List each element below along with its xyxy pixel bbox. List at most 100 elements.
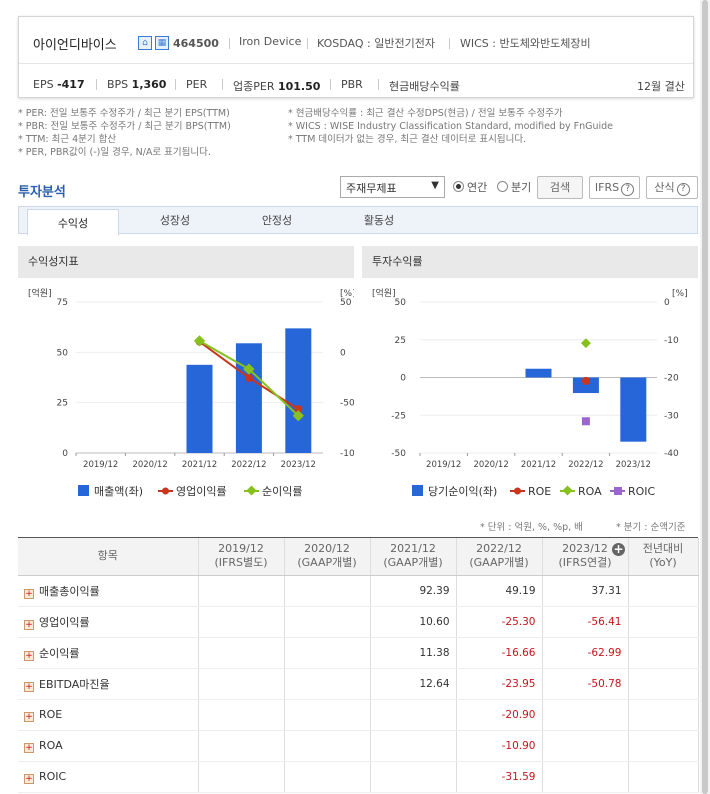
legend-marker bbox=[562, 485, 573, 496]
help-icon: ? bbox=[621, 183, 635, 196]
table-row: + EBITDA마진율 12.64 -23.95 -50.78 bbox=[18, 668, 699, 700]
table-cell: -62.99 bbox=[542, 637, 629, 669]
x-tick-label: 2021/12 bbox=[521, 460, 556, 470]
legend-marker bbox=[162, 487, 169, 495]
market-label: KOSDAQ : 일반전기전자 bbox=[317, 37, 435, 50]
x-tick-label: 2019/12 bbox=[83, 460, 118, 470]
table-cell: -50.78 bbox=[542, 668, 629, 700]
table-cell bbox=[628, 699, 699, 731]
table-cell bbox=[284, 730, 371, 762]
pbr-metric: PBR bbox=[341, 78, 363, 91]
legend-label: ROA bbox=[578, 485, 602, 498]
table-row: + ROE -20.90 bbox=[18, 699, 699, 731]
table-cell bbox=[284, 637, 371, 669]
section-title: 투자분석 bbox=[18, 185, 66, 200]
home-icon[interactable]: ⌂ bbox=[138, 36, 152, 50]
data-point bbox=[581, 417, 590, 426]
legend-marker bbox=[412, 485, 423, 496]
tab-bar: 수익성 성장성 안정성 활동성 bbox=[18, 206, 698, 236]
notes-left: * PER: 전일 보통주 수정주가 / 최근 분기 EPS(TTM) * PBR… bbox=[18, 108, 231, 158]
table-cell bbox=[628, 606, 699, 638]
row-label[interactable]: + 영업이익률 bbox=[18, 606, 199, 638]
table-row: + 매출총이익률 92.39 49.19 37.31 bbox=[18, 575, 699, 607]
table-cell: -10.90 bbox=[456, 730, 543, 762]
expand-icon[interactable]: + bbox=[24, 681, 34, 692]
scrollbar[interactable] bbox=[700, 0, 710, 794]
tab-profitability[interactable]: 수익성 bbox=[27, 209, 119, 236]
table-cell: 11.38 bbox=[370, 637, 457, 669]
radio-annual[interactable] bbox=[453, 181, 464, 192]
column-header: 2021/12 (GAAP개별) bbox=[370, 538, 457, 576]
ifrs-button[interactable]: IFRS? bbox=[589, 176, 640, 199]
table-cell: 10.60 bbox=[370, 606, 457, 638]
english-name: Iron Device bbox=[239, 35, 302, 48]
quarter-note: * 분기 : 순액기준 bbox=[616, 522, 686, 533]
legend-marker bbox=[246, 485, 257, 496]
table-cell: 37.31 bbox=[542, 575, 629, 607]
legend-label: ROE bbox=[528, 485, 551, 498]
expand-icon[interactable]: + bbox=[24, 711, 34, 722]
return-chart: [억원] [%] 50 25 0 -25 -50 0 -10 -20 -30 -40 2019/1… bbox=[372, 287, 688, 498]
row-label[interactable]: + EBITDA마진율 bbox=[18, 668, 199, 700]
table-cell bbox=[198, 761, 285, 793]
x-tick-label: 2020/12 bbox=[132, 460, 167, 470]
statement-select[interactable]: 주재무제표 ▼ bbox=[340, 176, 445, 198]
table-cell: 49.19 bbox=[456, 575, 543, 607]
table-cell bbox=[628, 761, 699, 793]
y2-tick-label: -50 bbox=[340, 399, 354, 409]
search-button[interactable]: 검색 bbox=[537, 176, 583, 199]
row-label[interactable]: + ROE bbox=[18, 699, 199, 731]
table-row: + 순이익률 11.38 -16.66 -62.99 bbox=[18, 637, 699, 669]
notes-right: * 현금배당수익률 : 최근 결산 수정DPS(현금) / 전일 보통주 수정주… bbox=[288, 108, 614, 145]
row-label[interactable]: + 매출총이익률 bbox=[18, 575, 199, 607]
row-label[interactable]: + ROA bbox=[18, 730, 199, 762]
row-label[interactable]: + ROIC bbox=[18, 761, 199, 793]
column-header: 2020/12 (GAAP개별) bbox=[284, 538, 371, 576]
tab-activity[interactable]: 활동성 bbox=[333, 207, 425, 235]
help-icon: ? bbox=[676, 183, 690, 196]
table-row: + 영업이익률 10.60 -25.30 -56.41 bbox=[18, 606, 699, 638]
row-label[interactable]: + 순이익률 bbox=[18, 637, 199, 669]
table-cell bbox=[284, 668, 371, 700]
y-tick-label: -25 bbox=[391, 411, 406, 421]
table-row: + ROIC -31.59 bbox=[18, 761, 699, 793]
x-tick-label: 2022/12 bbox=[231, 460, 266, 470]
legend-label: 매출액(좌) bbox=[94, 485, 143, 498]
per-metric: PER bbox=[186, 78, 208, 91]
tab-growth[interactable]: 성장성 bbox=[129, 207, 221, 235]
radio-quarter-label: 분기 bbox=[511, 181, 532, 194]
table-cell bbox=[284, 606, 371, 638]
y2-tick-label: 50 bbox=[340, 298, 352, 308]
table-cell bbox=[542, 761, 629, 793]
x-tick-label: 2023/12 bbox=[616, 460, 651, 470]
table-cell bbox=[370, 761, 457, 793]
table-cell bbox=[198, 668, 285, 700]
chevron-down-icon: ▼ bbox=[431, 180, 439, 191]
radio-quarter[interactable] bbox=[497, 181, 508, 192]
bps-metric: BPS 1,360 bbox=[107, 78, 167, 91]
expand-icon[interactable]: + bbox=[24, 588, 34, 599]
industry-per-metric: 업종PER 101.50 bbox=[233, 80, 321, 93]
left-axis-unit: [억원] bbox=[28, 287, 52, 299]
building-icon[interactable]: ▦ bbox=[155, 36, 169, 50]
y-tick-label: 25 bbox=[395, 336, 406, 346]
y-tick-label: 0 bbox=[62, 449, 68, 459]
y2-tick-label: 0 bbox=[664, 298, 670, 308]
expand-icon[interactable]: + bbox=[24, 650, 34, 661]
table-cell bbox=[198, 637, 285, 669]
table-cell bbox=[370, 730, 457, 762]
dividend-yield-metric: 현금배당수익률 bbox=[389, 80, 460, 93]
formula-button[interactable]: 산식? bbox=[646, 176, 698, 199]
expand-icon[interactable]: + bbox=[24, 619, 34, 630]
x-tick-label: 2019/12 bbox=[426, 460, 461, 470]
scrollbar-thumb[interactable] bbox=[702, 0, 708, 794]
eps-metric: EPS -417 bbox=[33, 78, 85, 91]
y2-tick-label: -40 bbox=[664, 449, 679, 459]
table-cell: -16.66 bbox=[456, 637, 543, 669]
add-column-icon[interactable]: + bbox=[612, 543, 625, 556]
expand-icon[interactable]: + bbox=[24, 773, 34, 784]
table-cell: -56.41 bbox=[542, 606, 629, 638]
column-header: 전년대비 (YoY) bbox=[628, 538, 699, 576]
tab-stability[interactable]: 안정성 bbox=[231, 207, 323, 235]
expand-icon[interactable]: + bbox=[24, 742, 34, 753]
